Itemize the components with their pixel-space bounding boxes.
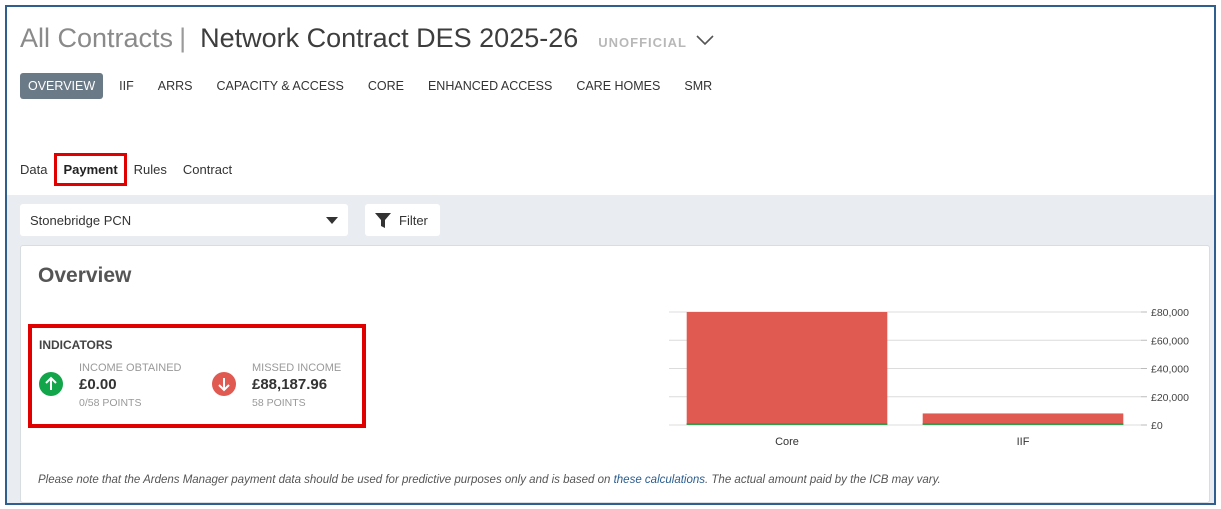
chevron-down-icon[interactable] — [695, 33, 715, 47]
tab-enhanced-access[interactable]: ENHANCED ACCESS — [420, 73, 560, 99]
page-title: Network Contract DES 2025-26 — [200, 23, 579, 53]
income-obtained-points: 0/58 POINTS — [79, 397, 142, 409]
disclaimer-note: Please note that the Ardens Manager paym… — [38, 474, 941, 486]
filter-button[interactable]: Filter — [365, 204, 440, 236]
y-tick-label: £20,000 — [1151, 392, 1189, 404]
y-tick-label: £0 — [1151, 420, 1163, 432]
tab-overview[interactable]: OVERVIEW — [20, 73, 104, 99]
bar-base — [922, 423, 1124, 425]
calculations-link[interactable]: these calculations — [614, 474, 705, 486]
y-tick-label: £60,000 — [1151, 335, 1189, 347]
tab-core[interactable]: CORE — [360, 73, 412, 99]
filter-icon — [375, 212, 391, 228]
tab-smr[interactable]: SMR — [676, 73, 720, 99]
missed-income-value: £88,187.96 — [252, 376, 328, 393]
note-text-before: Please note that the Ardens Manager paym… — [38, 474, 614, 486]
x-tick-label: Core — [775, 436, 799, 448]
indicators-panel: INDICATORS INCOME OBTAINED £0.00 0/58 PO… — [28, 324, 366, 428]
subtab-data[interactable]: Data — [20, 162, 47, 177]
tab-iif[interactable]: IIF — [111, 73, 142, 99]
caret-down-icon — [326, 217, 338, 224]
arrow-up-icon — [39, 372, 63, 396]
y-tick-label: £40,000 — [1151, 364, 1189, 376]
missed-income-points: 58 POINTS — [252, 397, 306, 409]
arrow-down-icon — [212, 372, 236, 396]
overview-title: Overview — [38, 264, 132, 287]
bar — [686, 312, 888, 425]
subtab-payment[interactable]: Payment — [54, 153, 127, 186]
payment-content: Stonebridge PCN Filter Overview INDICATO… — [7, 195, 1214, 503]
tab-care-homes[interactable]: CARE HOMES — [568, 73, 668, 99]
overview-card: Overview INDICATORS INCOME OBTAINED £0.0… — [20, 245, 1210, 503]
app-frame: All Contracts | Network Contract DES 202… — [5, 5, 1216, 505]
sub-tabs: Data Payment Rules Contract — [20, 153, 248, 186]
pcn-select-value: Stonebridge PCN — [30, 212, 132, 228]
breadcrumb-all-contracts[interactable]: All Contracts — [20, 23, 173, 54]
page-header: All Contracts | Network Contract DES 202… — [7, 7, 1214, 195]
missed-income-label: MISSED INCOME — [252, 362, 342, 374]
indicators-title: INDICATORS — [39, 338, 113, 352]
income-obtained-label: INCOME OBTAINED — [79, 362, 182, 374]
filter-button-label: Filter — [399, 212, 428, 228]
title-row: All Contracts | Network Contract DES 202… — [20, 23, 715, 54]
breadcrumb-separator: | — [179, 23, 187, 53]
status-badge: UNOFFICIAL — [598, 35, 687, 50]
note-text-after: . The actual amount paid by the ICB may … — [705, 474, 941, 486]
tab-arrs[interactable]: ARRS — [150, 73, 201, 99]
y-tick-label: £80,000 — [1151, 307, 1189, 319]
subtab-rules[interactable]: Rules — [134, 162, 167, 177]
subtab-contract[interactable]: Contract — [183, 162, 232, 177]
x-tick-label: IIF — [1017, 436, 1030, 448]
main-tabs: OVERVIEW IIF ARRS CAPACITY & ACCESS CORE… — [20, 73, 728, 99]
pcn-select[interactable]: Stonebridge PCN — [20, 204, 348, 236]
payment-chart: £0 £20,000 £40,000 £60,000 £80,000 Core IIF — [669, 307, 1189, 448]
bar-base — [686, 423, 888, 425]
tab-capacity-access[interactable]: CAPACITY & ACCESS — [208, 73, 351, 99]
income-obtained-value: £0.00 — [79, 376, 117, 393]
